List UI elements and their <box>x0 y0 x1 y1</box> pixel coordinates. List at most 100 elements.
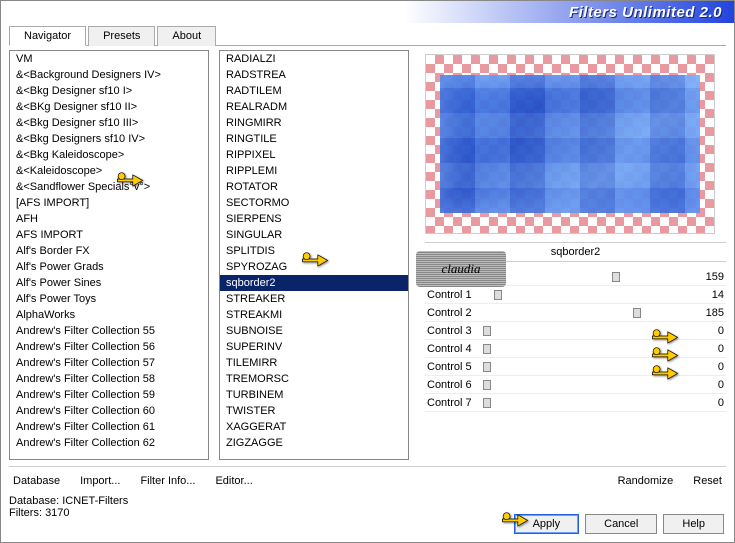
category-item[interactable]: VM <box>10 51 208 67</box>
tab-navigator[interactable]: Navigator <box>9 26 86 46</box>
tab-strip: NavigatorPresetsAbout <box>9 25 726 46</box>
apply-button[interactable]: Apply <box>514 514 580 534</box>
filter-item[interactable]: RADSTREA <box>220 67 408 83</box>
control-value: 0 <box>694 325 724 337</box>
editor-button[interactable]: Editor... <box>211 473 256 489</box>
preview-area <box>425 54 715 234</box>
filter-item[interactable]: ZIGZAGGE <box>220 435 408 451</box>
control-slider[interactable] <box>487 270 694 284</box>
filter-item[interactable]: STREAKER <box>220 291 408 307</box>
control-row: Control 70 <box>425 394 726 412</box>
control-label: Control 3 <box>427 325 487 337</box>
category-item[interactable]: &<Kaleidoscope> <box>10 163 208 179</box>
category-item[interactable]: Andrew's Filter Collection 62 <box>10 435 208 451</box>
filter-item[interactable]: TWISTER <box>220 403 408 419</box>
filters-count-label: Filters: <box>9 507 42 519</box>
watermark-overlay: claudia <box>416 251 506 287</box>
app-title: Filters Unlimited 2.0 <box>569 4 722 21</box>
control-row: Control 114 <box>425 286 726 304</box>
filter-item[interactable]: RADIALZI <box>220 51 408 67</box>
randomize-button[interactable]: Randomize <box>614 473 678 489</box>
filter-item[interactable]: TREMORSC <box>220 371 408 387</box>
control-value: 14 <box>694 289 724 301</box>
filter-item[interactable]: SPYROZAG <box>220 259 408 275</box>
filter-item[interactable]: SECTORMO <box>220 195 408 211</box>
filter-item[interactable]: TILEMIRR <box>220 355 408 371</box>
filter-item[interactable]: TURBINEM <box>220 387 408 403</box>
filter-item[interactable]: sqborder2 <box>220 275 408 291</box>
category-item[interactable]: AFH <box>10 211 208 227</box>
category-item[interactable]: &<Background Designers IV> <box>10 67 208 83</box>
control-slider[interactable] <box>487 396 694 410</box>
control-value: 0 <box>694 361 724 373</box>
filter-item[interactable]: SINGULAR <box>220 227 408 243</box>
filter-item[interactable]: XAGGERAT <box>220 419 408 435</box>
filter-item[interactable]: SIERPENS <box>220 211 408 227</box>
category-item[interactable]: &<Bkg Kaleidoscope> <box>10 147 208 163</box>
category-listbox[interactable]: VM&<Background Designers IV>&<Bkg Design… <box>9 50 209 460</box>
control-label: Control 6 <box>427 379 487 391</box>
category-item[interactable]: Alf's Border FX <box>10 243 208 259</box>
filters-count-value: 3170 <box>45 507 69 519</box>
db-label: Database: <box>9 495 59 507</box>
control-row: Control 2185 <box>425 304 726 322</box>
toolbar-row: Database Import... Filter Info... Editor… <box>9 466 726 489</box>
filter-item[interactable]: RIPPIXEL <box>220 147 408 163</box>
control-slider[interactable] <box>487 324 694 338</box>
category-item[interactable]: &<BKg Designer sf10 II> <box>10 99 208 115</box>
control-value: 159 <box>694 271 724 283</box>
database-button[interactable]: Database <box>9 473 64 489</box>
category-item[interactable]: AlphaWorks <box>10 307 208 323</box>
filter-item[interactable]: RINGMIRR <box>220 115 408 131</box>
filter-item[interactable]: SPLITDIS <box>220 243 408 259</box>
category-item[interactable]: Andrew's Filter Collection 58 <box>10 371 208 387</box>
filter-listbox[interactable]: RADIALZIRADSTREARADTILEMREALRADMRINGMIRR… <box>219 50 409 460</box>
category-item[interactable]: &<Bkg Designers sf10 IV> <box>10 131 208 147</box>
category-item[interactable]: Andrew's Filter Collection 61 <box>10 419 208 435</box>
category-item[interactable]: &<Bkg Designer sf10 III> <box>10 115 208 131</box>
preview-image <box>440 75 700 213</box>
control-value: 0 <box>694 343 724 355</box>
import-button[interactable]: Import... <box>76 473 124 489</box>
control-slider[interactable] <box>487 360 694 374</box>
filter-item[interactable]: SUPERINV <box>220 339 408 355</box>
tab-about[interactable]: About <box>157 26 216 46</box>
control-label: Control 4 <box>427 343 487 355</box>
category-item[interactable]: [AFS IMPORT] <box>10 195 208 211</box>
filter-info-button[interactable]: Filter Info... <box>136 473 199 489</box>
category-item[interactable]: Andrew's Filter Collection 56 <box>10 339 208 355</box>
control-label: Control 7 <box>427 397 487 409</box>
control-value: 0 <box>694 379 724 391</box>
category-item[interactable]: &<Bkg Designer sf10 I> <box>10 83 208 99</box>
filter-item[interactable]: SUBNOISE <box>220 323 408 339</box>
tab-presets[interactable]: Presets <box>88 26 155 46</box>
control-row: Control 5 0 <box>425 358 726 376</box>
control-slider[interactable] <box>487 288 694 302</box>
db-value: ICNET-Filters <box>62 495 128 507</box>
filter-item[interactable]: RIPPLEMI <box>220 163 408 179</box>
control-label: Control 5 <box>427 361 487 373</box>
category-item[interactable]: Andrew's Filter Collection 55 <box>10 323 208 339</box>
cancel-button[interactable]: Cancel <box>585 514 657 534</box>
category-item[interactable]: Andrew's Filter Collection 60 <box>10 403 208 419</box>
category-item[interactable]: AFS IMPORT <box>10 227 208 243</box>
category-item[interactable]: &<Sandflower Specials°v°> <box>10 179 208 195</box>
filter-item[interactable]: ROTATOR <box>220 179 408 195</box>
category-item[interactable]: Alf's Power Toys <box>10 291 208 307</box>
help-button[interactable]: Help <box>663 514 724 534</box>
category-item[interactable]: Alf's Power Grads <box>10 259 208 275</box>
control-slider[interactable] <box>487 342 694 356</box>
category-item[interactable]: Andrew's Filter Collection 59 <box>10 387 208 403</box>
category-item[interactable]: Andrew's Filter Collection 57 <box>10 355 208 371</box>
controls-panel: Control 0159Control 114Control 2185Contr… <box>425 268 726 460</box>
filter-item[interactable]: REALRADM <box>220 99 408 115</box>
category-item[interactable]: Alf's Power Sines <box>10 275 208 291</box>
control-row: Control 3 0 <box>425 322 726 340</box>
control-slider[interactable] <box>487 378 694 392</box>
filter-item[interactable]: RINGTILE <box>220 131 408 147</box>
filter-item[interactable]: RADTILEM <box>220 83 408 99</box>
filter-item[interactable]: STREAKMI <box>220 307 408 323</box>
reset-button[interactable]: Reset <box>689 473 726 489</box>
control-value: 185 <box>694 307 724 319</box>
control-slider[interactable] <box>487 306 694 320</box>
